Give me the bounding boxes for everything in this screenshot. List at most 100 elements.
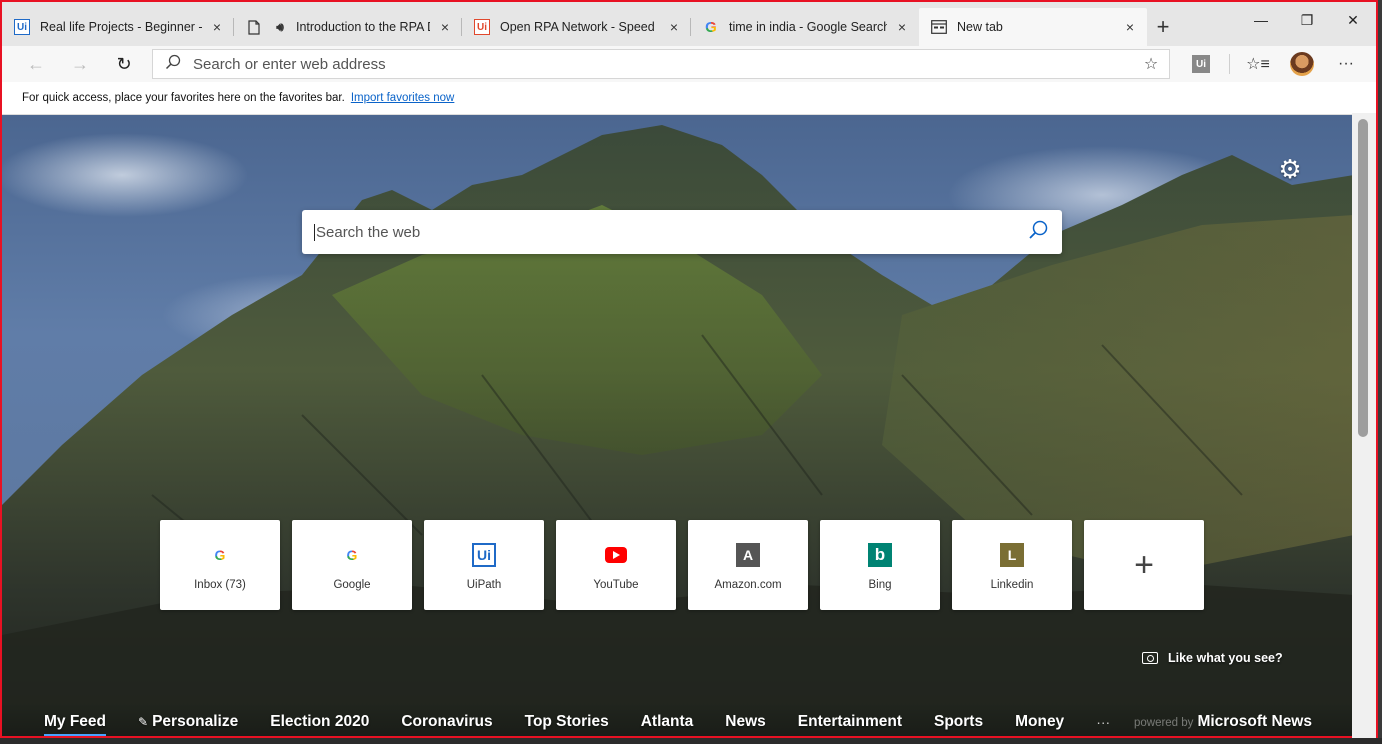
feed-tab-sports[interactable]: Sports: [934, 713, 983, 731]
page-scrollbar[interactable]: [1352, 113, 1376, 738]
back-button[interactable]: ←: [14, 46, 58, 82]
search-icon: [153, 54, 193, 74]
tab-close-button[interactable]: ×: [436, 19, 454, 35]
quick-link-label: Linkedin: [990, 579, 1034, 591]
minimize-button[interactable]: —: [1238, 2, 1284, 38]
newtab-icon: [931, 19, 947, 35]
google-icon: G: [208, 543, 232, 567]
toolbar-right: Ui ☆≡ ···: [1185, 46, 1362, 82]
like-what-you-see-button[interactable]: Like what you see?: [1142, 651, 1283, 665]
address-input[interactable]: [193, 55, 1133, 73]
google-icon: G: [340, 543, 364, 567]
bing-icon: b: [868, 543, 892, 567]
tab-real-life-projects[interactable]: Ui Real life Projects - Beginner - E ×: [2, 8, 234, 46]
favorites-bar-text: For quick access, place your favorites h…: [22, 92, 345, 104]
quick-link-label: UiPath: [466, 579, 502, 591]
feed-tab-label: Personalize: [152, 712, 239, 730]
window-controls: — ❐ ✕: [1238, 2, 1376, 38]
quick-links: G Inbox (73) G Google Ui UiPath YouTube …: [160, 520, 1204, 610]
amazon-letter-icon: A: [736, 543, 760, 567]
tab-google-search[interactable]: G time in india - Google Search ×: [691, 8, 919, 46]
quick-link-label: Amazon.com: [714, 579, 782, 591]
forward-button[interactable]: →: [58, 46, 102, 82]
tab-title: Open RPA Network - Speed Up: [500, 20, 659, 34]
quick-link-label: Google: [333, 579, 371, 591]
feed-tab-entertainment[interactable]: Entertainment: [798, 713, 902, 731]
quick-link-amazon[interactable]: A Amazon.com: [688, 520, 808, 610]
speaker-icon[interactable]: 🔊︎: [272, 19, 288, 35]
new-tab-button[interactable]: +: [1147, 8, 1179, 46]
page-settings-gear-icon[interactable]: ⚙: [1276, 155, 1304, 183]
youtube-icon: [604, 543, 628, 567]
quick-link-uipath[interactable]: Ui UiPath: [424, 520, 544, 610]
uipath-red-icon: Ui: [474, 19, 490, 35]
taskbar-edge: [0, 738, 1382, 744]
uipath-icon: Ui: [14, 19, 30, 35]
uipath-icon: Ui: [472, 543, 496, 567]
microsoft-news-brand[interactable]: Microsoft News: [1197, 713, 1312, 731]
new-tab-page: ⚙ G Inbox (73) G Google Ui UiPath YouTu: [2, 115, 1354, 736]
feed-tab-my-feed[interactable]: My Feed: [44, 713, 107, 736]
feed-tab-news[interactable]: News: [725, 713, 766, 731]
navigation-toolbar: ← → ↻ ☆ Ui ☆≡ ···: [2, 46, 1376, 82]
toolbar-divider: [1229, 54, 1230, 74]
web-search-input[interactable]: [314, 223, 1014, 241]
quick-link-youtube[interactable]: YouTube: [556, 520, 676, 610]
add-quick-link-button[interactable]: +: [1084, 520, 1204, 610]
pencil-icon: ✎: [138, 714, 149, 729]
uipath-extension-button[interactable]: Ui: [1185, 48, 1217, 80]
tab-strip: Ui Real life Projects - Beginner - E × 🔊…: [2, 2, 1376, 46]
scrollbar-thumb[interactable]: [1358, 119, 1368, 437]
feed-tab-election-2020[interactable]: Election 2020: [270, 713, 369, 731]
feed-tab-top-stories[interactable]: Top Stories: [525, 713, 609, 731]
like-what-you-see-label: Like what you see?: [1168, 651, 1283, 665]
browser-window: Ui Real life Projects - Beginner - E × 🔊…: [0, 0, 1378, 738]
uipath-extension-icon: Ui: [1192, 55, 1210, 73]
avatar: [1290, 52, 1314, 76]
powered-by: powered by Microsoft News: [1134, 713, 1312, 731]
tab-close-button[interactable]: ×: [893, 19, 911, 35]
feed-tab-money[interactable]: Money: [1015, 713, 1064, 731]
favorites-icon[interactable]: ☆≡: [1242, 48, 1274, 80]
quick-link-bing[interactable]: b Bing: [820, 520, 940, 610]
address-bar[interactable]: ☆: [152, 49, 1170, 79]
feed-tab-coronavirus[interactable]: Coronavirus: [401, 713, 492, 731]
refresh-button[interactable]: ↻: [102, 46, 146, 82]
background-image: [2, 125, 1354, 736]
restore-button[interactable]: ❐: [1284, 2, 1330, 38]
powered-by-label: powered by: [1133, 717, 1194, 729]
close-window-button[interactable]: ✕: [1330, 2, 1376, 38]
plus-icon: +: [1134, 545, 1154, 584]
news-feed-nav: My Feed ✎ Personalize Election 2020 Coron…: [2, 703, 1354, 736]
favorites-bar: For quick access, place your favorites h…: [2, 82, 1376, 115]
tab-new-tab[interactable]: New tab ×: [919, 8, 1147, 46]
page-icon: [246, 19, 262, 35]
feed-tab-personalize[interactable]: ✎ Personalize: [138, 713, 238, 731]
quick-link-label: YouTube: [593, 579, 639, 591]
tab-title: New tab: [957, 20, 1003, 34]
tab-title: Introduction to the RPA D: [296, 20, 430, 34]
import-favorites-link[interactable]: Import favorites now: [351, 92, 455, 104]
settings-more-button[interactable]: ···: [1330, 48, 1362, 80]
feed-tab-atlanta[interactable]: Atlanta: [641, 713, 694, 731]
google-icon: G: [703, 19, 719, 36]
tab-open-rpa[interactable]: Ui Open RPA Network - Speed Up ×: [462, 8, 691, 46]
quick-link-label: Inbox (73): [194, 579, 246, 591]
quick-link-linkedin[interactable]: L Linkedin: [952, 520, 1072, 610]
more-tabs-button[interactable]: ···: [1096, 714, 1110, 730]
tab-close-button[interactable]: ×: [208, 19, 226, 35]
tab-close-button[interactable]: ×: [1121, 19, 1139, 35]
quick-link-label: Bing: [868, 579, 892, 591]
tab-title: Real life Projects - Beginner - E: [40, 20, 202, 34]
camera-icon: [1142, 652, 1158, 664]
quick-link-inbox[interactable]: G Inbox (73): [160, 520, 280, 610]
search-icon[interactable]: [1014, 220, 1062, 245]
tab-title: time in india - Google Search: [729, 20, 887, 34]
tab-intro-rpa[interactable]: 🔊︎ Introduction to the RPA D ×: [234, 8, 462, 46]
quick-link-google[interactable]: G Google: [292, 520, 412, 610]
tab-close-button[interactable]: ×: [665, 19, 683, 35]
favorite-star-icon[interactable]: ☆: [1133, 54, 1169, 74]
linkedin-letter-icon: L: [1000, 543, 1024, 567]
profile-button[interactable]: [1286, 48, 1318, 80]
web-search-box[interactable]: [302, 210, 1062, 254]
